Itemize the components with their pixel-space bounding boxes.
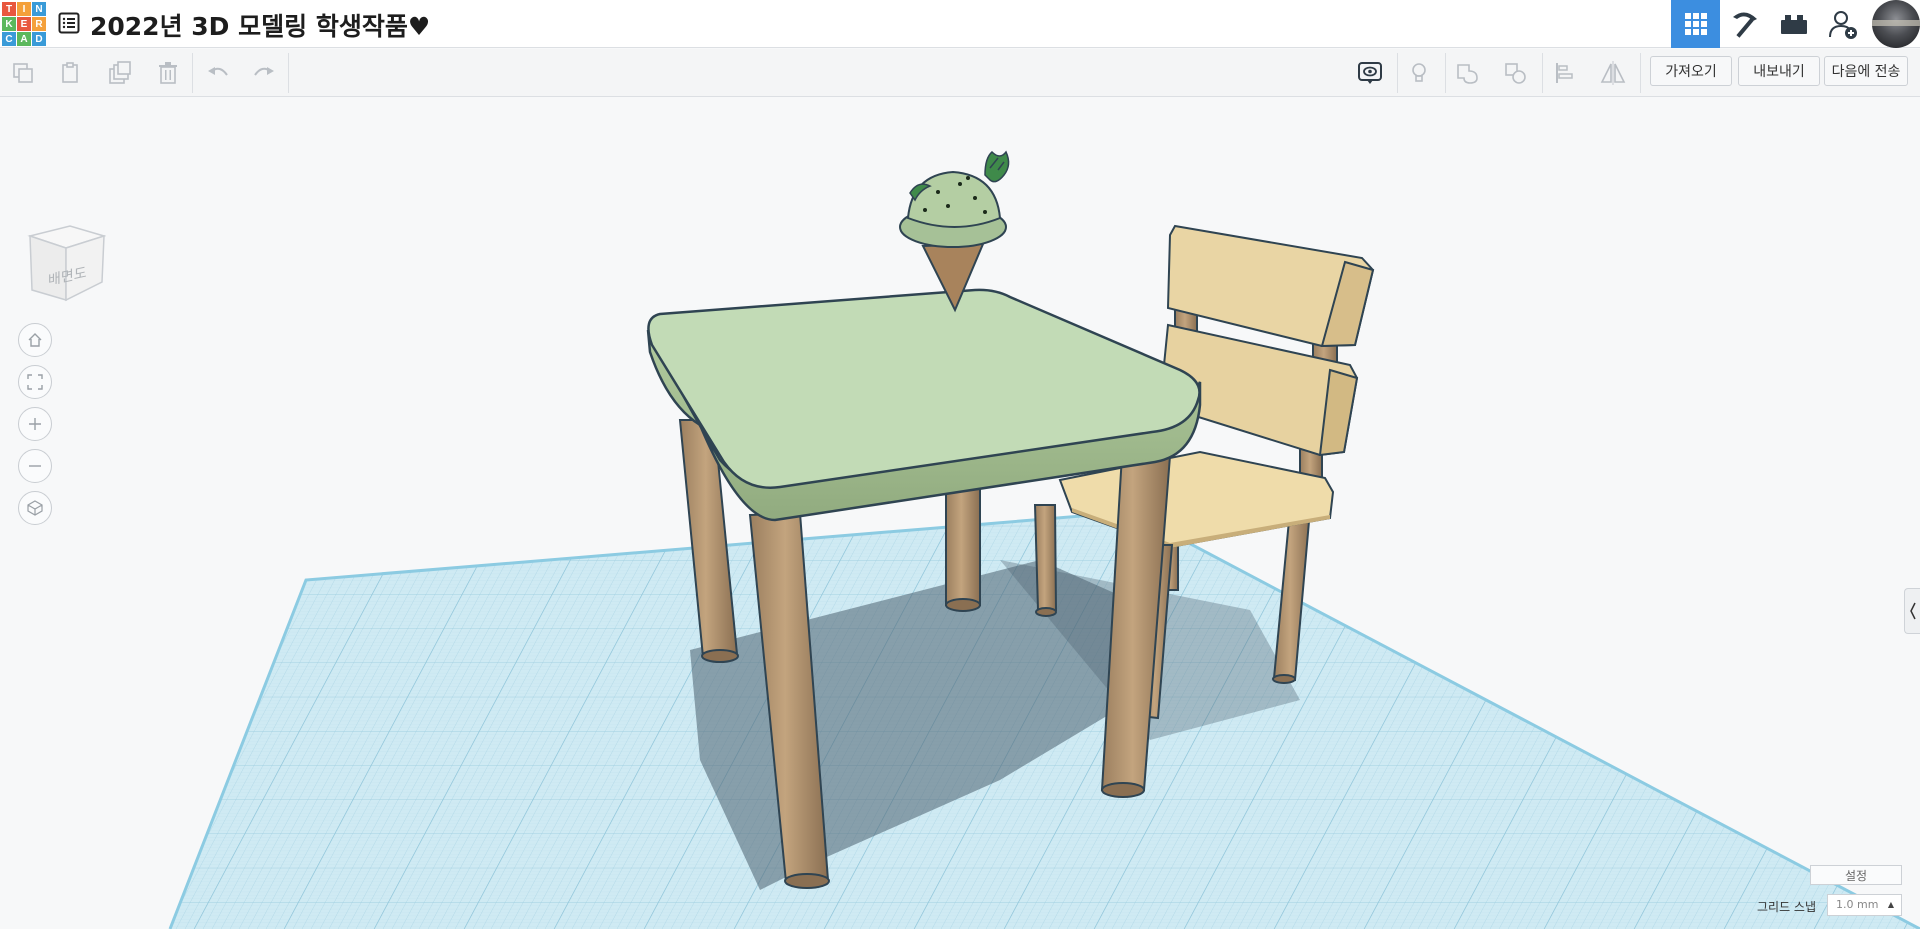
grid-snap-label: 그리드 스냅 xyxy=(1757,900,1817,914)
3d-design-view-button[interactable] xyxy=(1671,0,1720,48)
settings-button[interactable]: 설정 xyxy=(1810,865,1902,885)
zoom-out-button[interactable] xyxy=(18,449,52,483)
logo-letter: R xyxy=(32,17,46,31)
redo-icon xyxy=(254,67,274,76)
toolbar-divider xyxy=(1640,53,1641,93)
align-button[interactable] xyxy=(1549,57,1581,89)
logo-letter: T xyxy=(2,2,16,16)
paste-icon xyxy=(62,62,78,83)
logo-letter: I xyxy=(17,2,31,16)
mirror-button[interactable] xyxy=(1597,57,1629,89)
ungroup-button[interactable] xyxy=(1500,57,1532,89)
notes-visibility-button[interactable] xyxy=(1354,57,1386,89)
toolbar-divider xyxy=(1542,53,1543,93)
export-button[interactable]: 내보내기 xyxy=(1738,56,1820,86)
brick-icon xyxy=(1780,15,1807,34)
duplicate-button[interactable] xyxy=(104,57,136,89)
toolbar-divider xyxy=(1445,53,1446,93)
user-avatar[interactable] xyxy=(1872,0,1920,48)
logo-letter: N xyxy=(32,2,46,16)
logo-letter: C xyxy=(2,32,16,46)
fit-icon xyxy=(27,374,43,390)
pickaxe-icon xyxy=(1732,12,1757,38)
design-title[interactable]: 2022년 3D 모델링 학생작품♥ xyxy=(90,7,430,43)
grid-snap-value: 1.0 mm xyxy=(1836,898,1879,911)
show-all-button[interactable] xyxy=(1403,57,1435,89)
plus-icon xyxy=(29,418,41,430)
toolbar-divider xyxy=(288,53,289,93)
design-list-icon[interactable] xyxy=(58,12,80,34)
import-button[interactable]: 가져오기 xyxy=(1650,56,1732,86)
logo-letter: A xyxy=(17,32,31,46)
copy-icon xyxy=(13,63,33,83)
logo-letter: K xyxy=(2,17,16,31)
send-to-button[interactable]: 다음에 전송 xyxy=(1824,56,1908,86)
zoom-in-button[interactable] xyxy=(18,407,52,441)
mirror-icon xyxy=(1600,61,1626,85)
edit-toolbar xyxy=(0,49,1920,97)
grid-snap-select[interactable]: 1.0 mm ▲ xyxy=(1827,894,1902,916)
trash-icon xyxy=(159,62,177,84)
minus-icon xyxy=(29,465,41,467)
toolbar-divider xyxy=(192,53,193,93)
eye-note-icon xyxy=(1358,62,1382,84)
shapes-panel-toggle[interactable] xyxy=(1904,588,1920,634)
lightbulb-icon xyxy=(1412,63,1426,82)
logo-letter: E xyxy=(17,17,31,31)
paste-button[interactable] xyxy=(55,57,87,89)
perspective-toggle-button[interactable] xyxy=(18,491,52,525)
caret-up-icon: ▲ xyxy=(1887,900,1894,909)
toolbar-divider xyxy=(1397,53,1398,93)
add-user-button[interactable] xyxy=(1818,0,1867,48)
tinkercad-logo[interactable]: T I N K E R C A D xyxy=(2,2,46,46)
scene xyxy=(168,150,1920,929)
fit-view-button[interactable] xyxy=(18,365,52,399)
add-user-icon xyxy=(1828,11,1857,39)
home-icon xyxy=(28,333,42,347)
bricks-view-button[interactable] xyxy=(1769,0,1818,48)
3d-viewport[interactable]: 배면도 xyxy=(0,97,1920,929)
group-button[interactable] xyxy=(1452,57,1484,89)
redo-button[interactable] xyxy=(248,57,280,89)
top-header: T I N K E R C A D 2022년 3D 모델링 학생작품♥ xyxy=(0,0,1920,48)
view-cube[interactable]: 배면도 xyxy=(26,222,107,307)
group-icon xyxy=(1457,64,1478,84)
grid-icon xyxy=(1684,13,1707,35)
undo-button[interactable] xyxy=(202,57,234,89)
ice-cream-model[interactable] xyxy=(899,150,1010,313)
blocks-view-button[interactable] xyxy=(1720,0,1769,48)
chevron-left-icon xyxy=(1909,602,1916,620)
delete-button[interactable] xyxy=(152,57,184,89)
undo-icon xyxy=(208,67,228,76)
copy-button[interactable] xyxy=(7,57,39,89)
home-view-button[interactable] xyxy=(18,323,52,357)
logo-letter: D xyxy=(32,32,46,46)
cube-icon xyxy=(27,500,43,516)
duplicate-icon xyxy=(109,61,131,84)
ungroup-icon xyxy=(1505,63,1526,84)
align-icon xyxy=(1556,63,1573,83)
